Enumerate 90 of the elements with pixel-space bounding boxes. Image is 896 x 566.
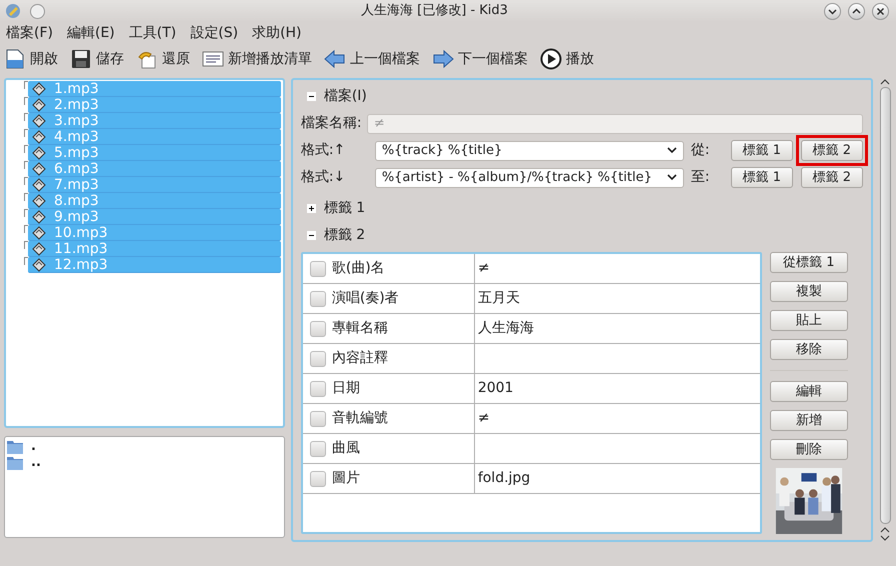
table-cell-text: 演唱(奏)者: [332, 289, 399, 308]
music-file-icon: [32, 114, 46, 128]
tag-button[interactable]: 標籤 1: [730, 140, 793, 161]
menu-item[interactable]: 編輯(E): [66, 22, 115, 44]
music-file-icon: [32, 226, 46, 240]
music-file-icon: [32, 130, 46, 144]
tag-button[interactable]: 編輯: [770, 380, 848, 402]
toolbar-button[interactable]: 下一個檔案: [432, 48, 528, 70]
music-file-icon: [32, 162, 46, 176]
checkbox[interactable]: [310, 440, 326, 456]
field-label: 格式:↑: [300, 141, 346, 160]
tag-button[interactable]: 移除: [770, 339, 848, 360]
table-cell[interactable]: 人生海海: [478, 318, 534, 339]
music-file-icon: [32, 242, 46, 256]
tag-button[interactable]: 貼上: [770, 310, 848, 331]
checkbox[interactable]: [310, 410, 326, 426]
table-cell[interactable]: fold.jpg: [478, 468, 530, 489]
scroll-up-icon[interactable]: [880, 78, 890, 85]
table-cell-text: 圖片: [332, 469, 360, 488]
field-label: 至:: [690, 168, 711, 187]
document-icon: [4, 48, 26, 70]
music-file-icon: [32, 210, 46, 224]
window-menu-icon[interactable]: [30, 4, 45, 18]
table-cell[interactable]: 2001: [478, 378, 514, 399]
music-file-icon: [32, 82, 46, 96]
section-header[interactable]: 標籤 2: [324, 225, 366, 246]
music-file-icon: [32, 258, 46, 272]
menu-item[interactable]: 求助(H): [252, 22, 302, 44]
tag-button[interactable]: 刪除: [770, 438, 848, 460]
tag-button[interactable]: 標籤 2: [800, 140, 863, 161]
table-cell[interactable]: ≠: [478, 408, 490, 429]
table-cell-text: 專輯名稱: [332, 319, 388, 338]
folder-icon: [7, 440, 23, 454]
chevron-down-icon: [666, 174, 677, 181]
tag-button[interactable]: 新增: [770, 410, 848, 431]
checkbox[interactable]: [310, 290, 326, 306]
tag-button[interactable]: 標籤 2: [800, 167, 863, 188]
scroll-down-icon[interactable]: [880, 535, 890, 542]
folder-icon: [7, 456, 23, 470]
checkbox[interactable]: [310, 380, 326, 396]
directory-item[interactable]: .: [7, 439, 282, 455]
tag-button[interactable]: 從標籤 1: [770, 252, 848, 273]
table-cell-text: 曲風: [332, 439, 360, 458]
field-label: 檔案名稱:: [300, 114, 363, 133]
format-dropdown[interactable]: %{track} %{title}: [374, 140, 684, 160]
table-cell[interactable]: ≠: [478, 258, 490, 279]
tag-button[interactable]: 複製: [770, 281, 848, 302]
right-arrow-icon: [432, 48, 454, 70]
chevron-down-icon: [666, 147, 677, 154]
table-cell[interactable]: 五月天: [478, 288, 520, 309]
minimize-icon[interactable]: [824, 2, 841, 20]
format-dropdown[interactable]: %{artist} - %{album}/%{track} %{title}: [374, 168, 684, 188]
table-cell-text: 歌(曲)名: [332, 259, 385, 278]
music-file-icon: [32, 194, 46, 208]
maximize-icon[interactable]: [848, 2, 865, 20]
table-cell-text: 日期: [332, 379, 360, 398]
toolbar-button[interactable]: 還原: [136, 48, 190, 70]
checkbox[interactable]: [310, 470, 326, 486]
table-cell-text: 音軌編號: [332, 409, 388, 428]
scrollbar-thumb[interactable]: [880, 87, 891, 524]
app-icon: [4, 2, 22, 20]
collapse-icon[interactable]: [306, 92, 316, 101]
section-header[interactable]: 標籤 1: [324, 198, 366, 219]
checkbox[interactable]: [310, 320, 326, 336]
music-file-icon: [32, 178, 46, 192]
window-title: 人生海海 [已修改] - Kid3: [360, 2, 509, 20]
menu-item[interactable]: 設定(S): [190, 22, 238, 44]
menu-item[interactable]: 檔案(F): [6, 22, 53, 44]
music-file-icon: [32, 98, 46, 112]
expand-icon[interactable]: [306, 204, 316, 213]
table-cell-text: 內容註釋: [332, 349, 388, 368]
directory-item[interactable]: ..: [7, 455, 282, 471]
section-header[interactable]: 檔案(I): [324, 86, 367, 107]
collapse-icon[interactable]: [306, 231, 316, 240]
field-label: 格式:↓: [300, 168, 346, 187]
toolbar-button[interactable]: 新增播放清單: [202, 48, 312, 70]
checkbox[interactable]: [310, 260, 326, 276]
field-label: 從:: [690, 141, 711, 160]
menu-item[interactable]: 工具(T): [128, 22, 176, 44]
toolbar-button[interactable]: 開啟: [4, 48, 58, 70]
toolbar-button[interactable]: 儲存: [70, 48, 124, 70]
music-file-icon: [32, 146, 46, 160]
left-arrow-icon: [324, 48, 346, 70]
play-icon: [540, 48, 562, 70]
tag-button[interactable]: 標籤 1: [730, 167, 793, 188]
toolbar-button[interactable]: 上一個檔案: [324, 48, 420, 70]
toolbar-button[interactable]: 播放: [540, 48, 594, 70]
close-icon[interactable]: [872, 2, 889, 20]
scroll-up-icon[interactable]: [880, 526, 890, 533]
checkbox[interactable]: [310, 350, 326, 366]
